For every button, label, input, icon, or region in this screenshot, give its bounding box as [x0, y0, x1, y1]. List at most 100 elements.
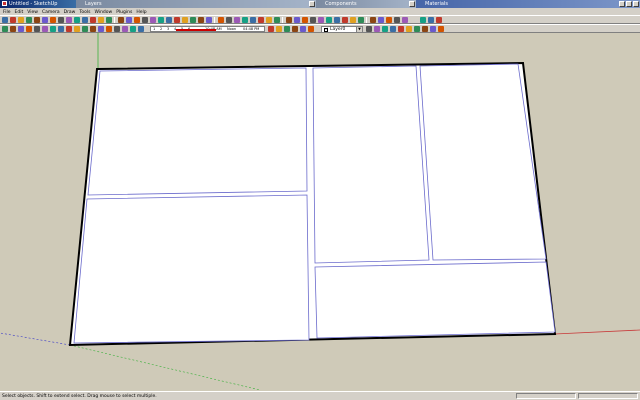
zoom-extents-icon[interactable]: [130, 26, 136, 32]
next-icon[interactable]: [268, 26, 274, 32]
maximize-icon[interactable]: [626, 1, 632, 7]
layers-dialog-title-bar[interactable]: Layers: [76, 0, 316, 8]
cut-icon[interactable]: [382, 26, 388, 32]
tape-measure-icon[interactable]: [218, 17, 224, 23]
open-icon[interactable]: [10, 17, 16, 23]
copy-icon[interactable]: [390, 26, 396, 32]
3d-text-icon[interactable]: [258, 17, 264, 23]
open-icon[interactable]: [370, 17, 376, 23]
eraser-icon[interactable]: [106, 17, 112, 23]
text-icon[interactable]: [74, 26, 80, 32]
measurements-input[interactable]: [578, 393, 638, 399]
zoom-window-icon[interactable]: [294, 17, 300, 23]
orbit-icon[interactable]: [266, 17, 272, 23]
menu-tools[interactable]: Tools: [79, 10, 90, 15]
zoom-icon[interactable]: [114, 26, 120, 32]
select-icon[interactable]: [438, 26, 444, 32]
close-icon[interactable]: [633, 1, 639, 7]
menu-camera[interactable]: Camera: [42, 10, 60, 15]
menu-draw[interactable]: Draw: [64, 10, 76, 15]
rectangle-icon[interactable]: [118, 17, 124, 23]
next-icon[interactable]: [318, 17, 324, 23]
axes-icon[interactable]: [250, 17, 256, 23]
look-around-icon[interactable]: [342, 17, 348, 23]
push-pull-icon[interactable]: [10, 26, 16, 32]
paste-icon[interactable]: [402, 17, 408, 23]
panel-bottom-right[interactable]: [314, 261, 556, 339]
undo-icon[interactable]: [414, 26, 420, 32]
freehand-icon[interactable]: [158, 17, 164, 23]
undo-icon[interactable]: [428, 17, 434, 23]
copy-icon[interactable]: [394, 17, 400, 23]
cut-icon[interactable]: [26, 17, 32, 23]
panel-bottom-left[interactable]: [73, 194, 310, 344]
3d-text-icon[interactable]: [90, 26, 96, 32]
polygon-icon[interactable]: [150, 17, 156, 23]
pan-icon[interactable]: [274, 17, 280, 23]
open-icon[interactable]: [366, 26, 372, 32]
save-icon[interactable]: [374, 26, 380, 32]
position-camera-icon[interactable]: [276, 26, 282, 32]
pan-icon[interactable]: [106, 26, 112, 32]
push-pull-icon[interactable]: [174, 17, 180, 23]
model-viewport[interactable]: [0, 33, 640, 391]
erase-icon[interactable]: [50, 17, 56, 23]
layer-dropdown[interactable]: Layer0 ▼: [321, 26, 363, 33]
scale-icon[interactable]: [34, 26, 40, 32]
new-icon[interactable]: [358, 17, 364, 23]
chevron-down-icon[interactable]: ▼: [356, 27, 362, 32]
panel-middle-top[interactable]: [312, 65, 430, 264]
protractor-icon[interactable]: [66, 26, 72, 32]
previous-icon[interactable]: [310, 17, 316, 23]
copy-icon[interactable]: [34, 17, 40, 23]
components-dialog-title-bar[interactable]: Components: [316, 0, 416, 8]
new-icon[interactable]: [2, 17, 8, 23]
erase-icon[interactable]: [406, 26, 412, 32]
zoom-icon[interactable]: [286, 17, 292, 23]
minimize-icon[interactable]: [619, 1, 625, 7]
save-icon[interactable]: [378, 17, 384, 23]
previous-icon[interactable]: [138, 26, 144, 32]
rotate-icon[interactable]: [182, 17, 188, 23]
redo-icon[interactable]: [422, 26, 428, 32]
paint-bucket-icon[interactable]: [98, 17, 104, 23]
follow-me-icon[interactable]: [26, 26, 32, 32]
select-icon[interactable]: [82, 17, 88, 23]
position-camera-icon[interactable]: [326, 17, 332, 23]
offset-icon[interactable]: [42, 26, 48, 32]
redo-icon[interactable]: [66, 17, 72, 23]
new-icon[interactable]: [308, 26, 314, 32]
cut-icon[interactable]: [386, 17, 392, 23]
close-icon[interactable]: [409, 1, 415, 7]
rotate-icon[interactable]: [18, 26, 24, 32]
text-icon[interactable]: [242, 17, 248, 23]
look-around-icon[interactable]: [292, 26, 298, 32]
redo-icon[interactable]: [436, 17, 442, 23]
menu-plugins[interactable]: Plugins: [116, 10, 132, 15]
move-icon[interactable]: [2, 26, 8, 32]
walk-icon[interactable]: [334, 17, 340, 23]
menu-help[interactable]: Help: [136, 10, 146, 15]
circle-icon[interactable]: [134, 17, 140, 23]
protractor-icon[interactable]: [234, 17, 240, 23]
section-plane-icon[interactable]: [350, 17, 356, 23]
close-icon[interactable]: [309, 1, 315, 7]
line-icon[interactable]: [126, 17, 132, 23]
panel-top-left[interactable]: [87, 67, 308, 196]
paste-icon[interactable]: [398, 26, 404, 32]
dimension-icon[interactable]: [226, 17, 232, 23]
tape-measure-icon[interactable]: [50, 26, 56, 32]
erase-icon[interactable]: [420, 17, 426, 23]
paste-icon[interactable]: [42, 17, 48, 23]
move-icon[interactable]: [166, 17, 172, 23]
zoom-window-icon[interactable]: [122, 26, 128, 32]
menu-window[interactable]: Window: [94, 10, 112, 15]
scale-icon[interactable]: [198, 17, 204, 23]
print-icon[interactable]: [74, 17, 80, 23]
save-icon[interactable]: [18, 17, 24, 23]
print-icon[interactable]: [430, 26, 436, 32]
follow-me-icon[interactable]: [190, 17, 196, 23]
orbit-icon[interactable]: [98, 26, 104, 32]
zoom-extents-icon[interactable]: [302, 17, 308, 23]
walk-icon[interactable]: [284, 26, 290, 32]
